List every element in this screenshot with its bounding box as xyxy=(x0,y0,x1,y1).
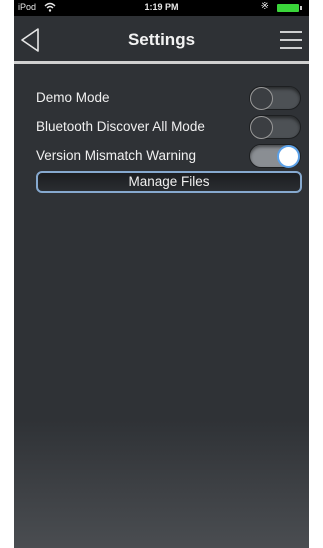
version-mismatch-toggle[interactable] xyxy=(249,144,301,168)
toggle-knob xyxy=(250,87,273,110)
setting-row-version-mismatch: Version Mismatch Warning xyxy=(36,142,302,171)
nav-bar: Settings xyxy=(14,16,309,64)
version-mismatch-label: Version Mismatch Warning xyxy=(36,148,197,163)
setting-row-demo-mode: Demo Mode xyxy=(36,84,302,113)
phone-screen: iPod 1:19 PM ※ Settings Demo Mode Blueto… xyxy=(14,0,309,548)
manage-files-button[interactable]: Manage Files xyxy=(36,171,302,193)
bluetooth-icon: ※ xyxy=(260,1,269,12)
demo-mode-label: Demo Mode xyxy=(36,90,110,105)
settings-list: Demo Mode Bluetooth Discover All Mode Ve… xyxy=(14,64,309,193)
status-bar: iPod 1:19 PM ※ xyxy=(14,0,309,16)
battery-tip xyxy=(300,6,302,10)
toggle-knob xyxy=(277,145,300,168)
bluetooth-discover-toggle[interactable] xyxy=(249,115,301,139)
setting-row-bluetooth-discover: Bluetooth Discover All Mode xyxy=(36,113,302,142)
toggle-knob xyxy=(250,116,273,139)
demo-mode-toggle[interactable] xyxy=(249,86,301,110)
bluetooth-discover-label: Bluetooth Discover All Mode xyxy=(36,119,205,134)
battery-icon xyxy=(277,4,299,12)
hamburger-menu-icon[interactable] xyxy=(279,29,303,51)
page-title: Settings xyxy=(127,30,196,49)
